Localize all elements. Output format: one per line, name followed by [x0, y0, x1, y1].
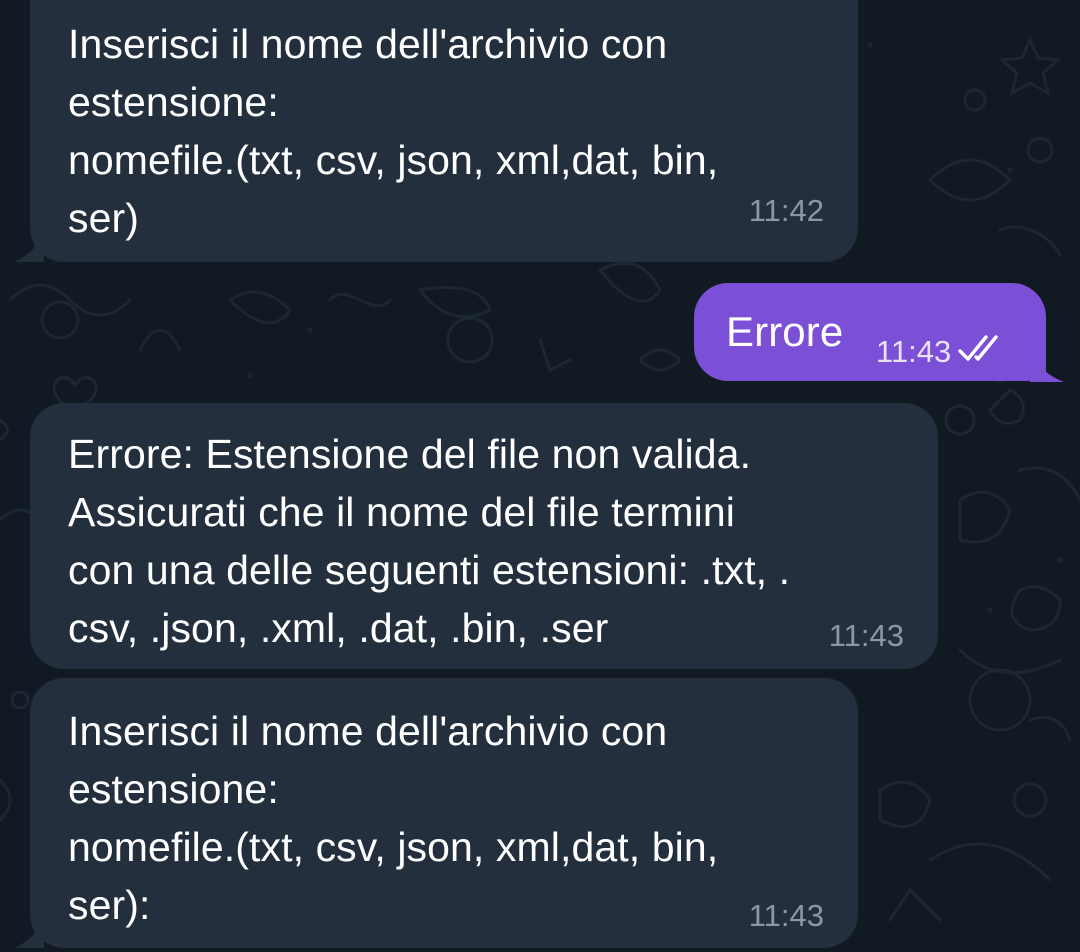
bubble-tail	[14, 918, 44, 948]
double-check-icon	[958, 335, 998, 361]
message-text: Inserisci il nome dell'archivio con este…	[68, 708, 719, 928]
bubble-tail	[1030, 352, 1064, 382]
incoming-message-bubble[interactable]: Inserisci il nome dell'archivio con este…	[30, 678, 858, 948]
outgoing-message-bubble[interactable]: Errore 11:43	[694, 283, 1046, 381]
incoming-message-bubble[interactable]: Errore: Estensione del file non valida. …	[30, 403, 938, 669]
message-time: 11:43	[828, 618, 904, 653]
message-text: Errore: Estensione del file non valida. …	[68, 431, 791, 651]
message-text: Inserisci il nome dell'archivio con este…	[68, 21, 719, 241]
message-time: 11:43	[748, 898, 824, 933]
incoming-message-bubble[interactable]: Inserisci il nome dell'archivio con este…	[30, 0, 858, 262]
bubble-tail	[14, 232, 44, 262]
message-time: 11:43	[876, 334, 952, 369]
message-time: 11:42	[748, 193, 824, 228]
message-text: Errore	[726, 308, 844, 355]
